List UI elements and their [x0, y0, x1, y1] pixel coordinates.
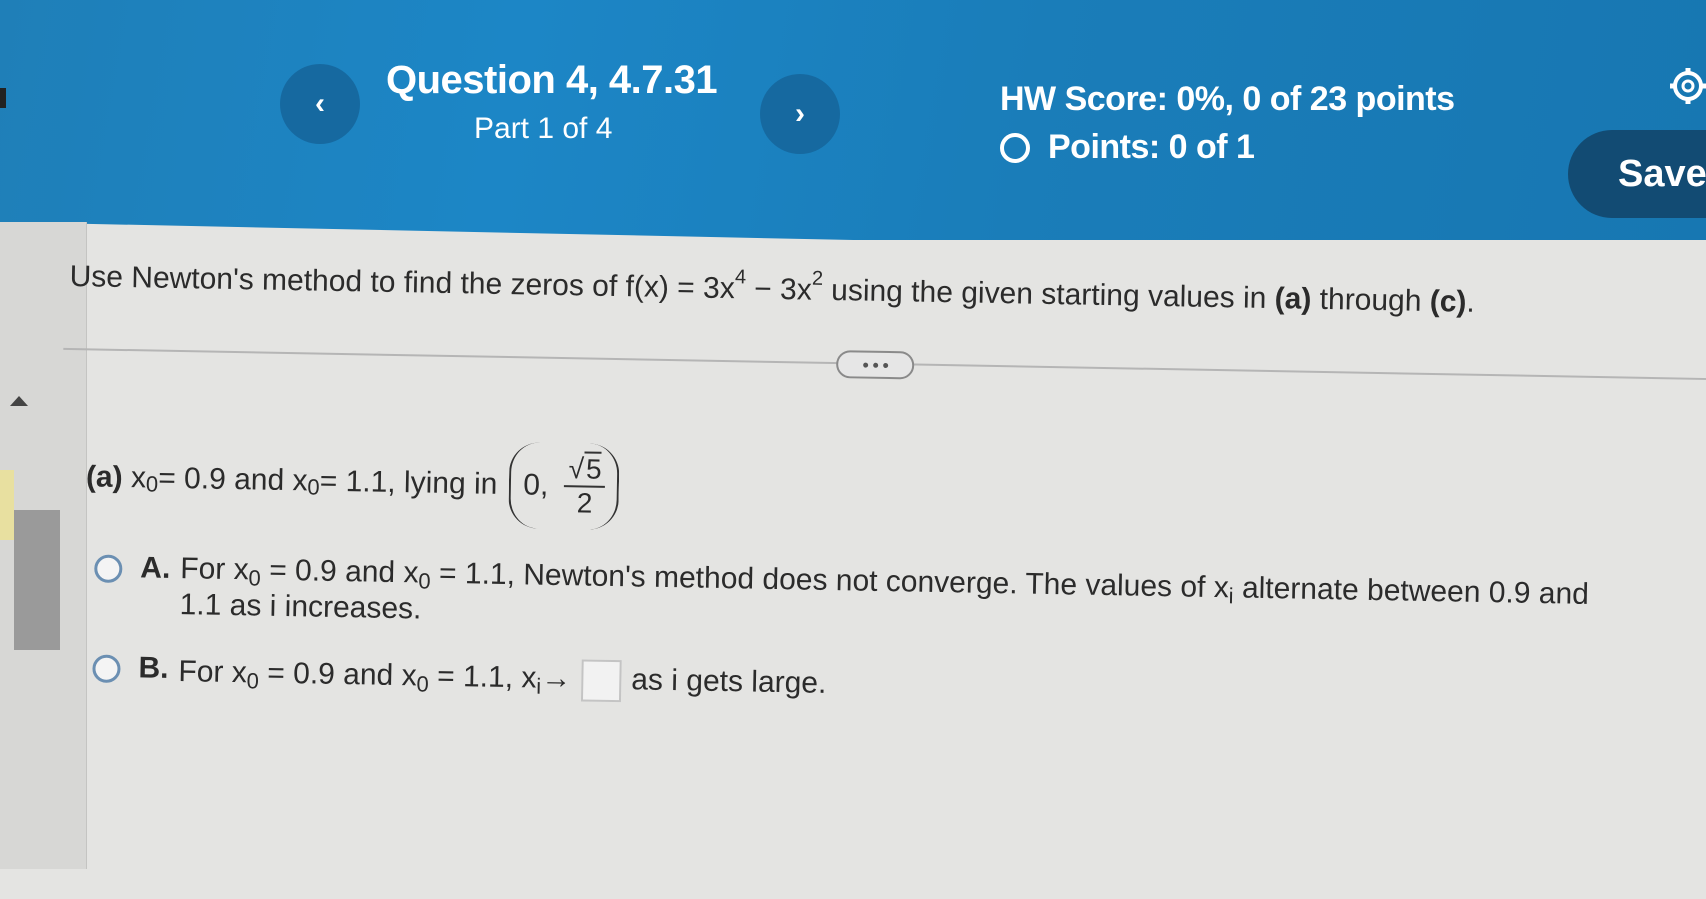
option-a-text: For x0 = 0.9 and x0 = 1.1, Newton's meth… [179, 552, 1590, 626]
dot-icon [882, 362, 888, 368]
fraction: √5 2 [564, 451, 606, 520]
left-edge-mark [0, 88, 6, 108]
next-question-button[interactable]: › [760, 74, 840, 154]
dot-icon [872, 362, 878, 368]
option-b-text: For x0 = 0.9 and x0 = 1.1, xi→ as i gets … [178, 652, 827, 706]
part-a-statement: (a) x0 = 0.9 and x0 = 1.1, lying in 0, √… [85, 434, 621, 531]
points-text: Points: 0 of 1 [1048, 128, 1255, 166]
save-button[interactable]: Save [1568, 130, 1706, 218]
gutter-highlight [0, 470, 14, 540]
radio-option-a[interactable] [94, 554, 123, 584]
hw-score: HW Score: 0%, 0 of 23 points [1000, 80, 1455, 118]
points-status: Points: 0 of 1 [1000, 128, 1255, 167]
answer-option-b[interactable]: B. For x0 = 0.9 and x0 = 1.1, xi→ as i ge… [92, 650, 827, 705]
answer-input-box[interactable] [580, 659, 622, 703]
question-header [0, 0, 1706, 240]
chevron-left-icon: ‹ [315, 87, 325, 120]
dot-icon [862, 362, 868, 368]
interval: 0, √5 2 [508, 442, 621, 531]
gear-icon[interactable] [1668, 66, 1706, 106]
radio-option-b[interactable] [92, 654, 121, 683]
question-content: Use Newton's method to find the zeros of… [59, 258, 1706, 899]
points-circle-icon [1000, 132, 1030, 163]
scrollbar-thumb[interactable] [14, 510, 60, 650]
chevron-right-icon: › [795, 97, 805, 130]
expand-more-button[interactable] [835, 350, 915, 380]
problem-prompt: Use Newton's method to find the zeros of… [69, 259, 1476, 319]
question-title: Question 4, 4.7.31 [386, 58, 718, 102]
previous-question-button[interactable]: ‹ [280, 64, 360, 144]
question-part: Part 1 of 4 [474, 112, 613, 145]
collapse-arrow-icon[interactable] [10, 396, 28, 406]
answer-option-a[interactable]: A. For x0 = 0.9 and x0 = 1.1, Newton's m… [93, 551, 1614, 649]
